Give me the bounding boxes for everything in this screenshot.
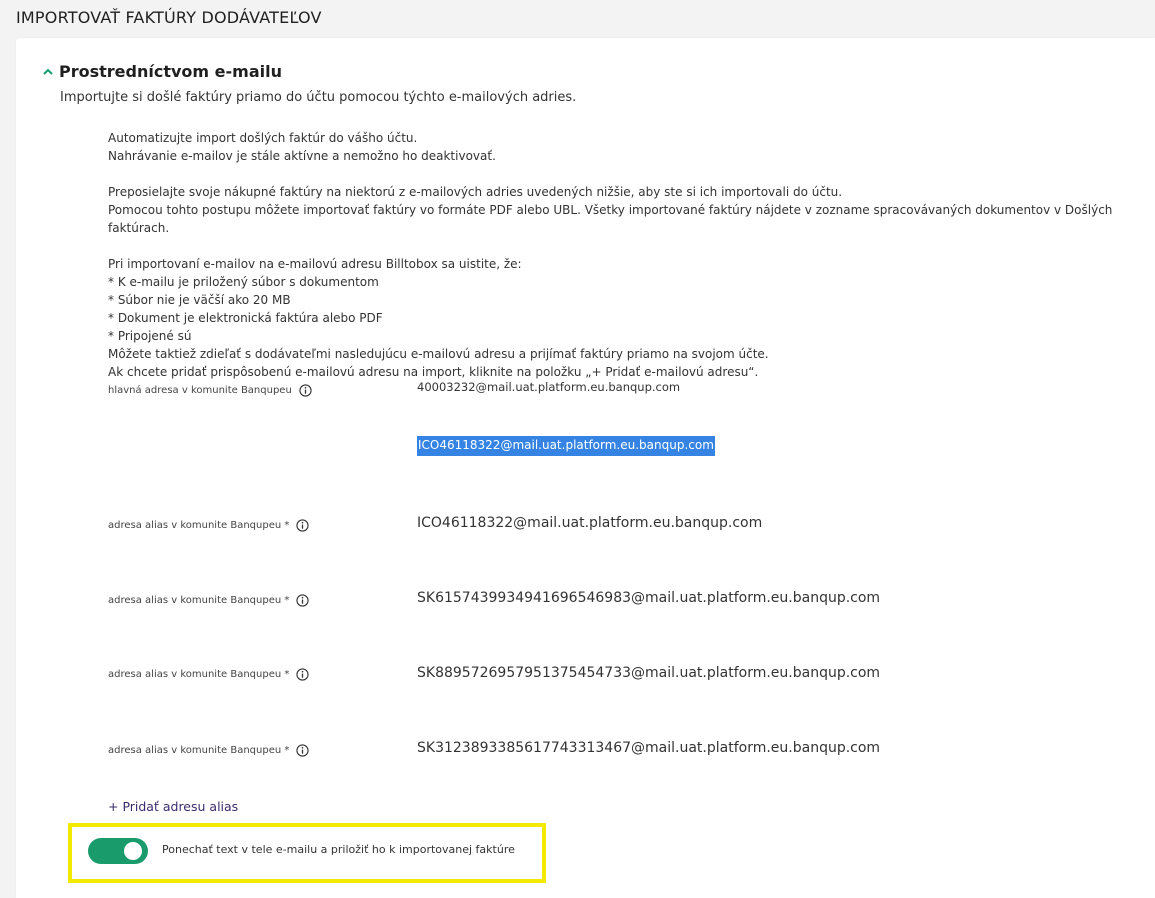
add-alias-link[interactable]: + Pridať adresu alias (108, 799, 238, 814)
info-line: Ak chcete pridať prispôsobenú e-mailovú … (108, 365, 759, 379)
info-line: Pri importovaní e-mailov na e-mailovú ad… (108, 257, 522, 271)
info-line: Preposielajte svoje nákupné faktúry na n… (108, 185, 843, 199)
info-line: Nahrávanie e-mailov je stále aktívne a n… (108, 149, 496, 163)
main-address-label-text: hlavná adresa v komunite Banqupeu (108, 385, 292, 396)
info-icon[interactable] (299, 384, 312, 397)
section-title: Prostredníctvom e-mailu (59, 62, 282, 81)
info-line: Môžete taktiež zdieľať s dodávateľmi nas… (108, 347, 769, 361)
alias-label: adresa alias v komunite Banqupeu * (108, 519, 310, 532)
alias-value: SK6157439934941696546983@mail.uat.platfo… (417, 590, 881, 606)
keep-email-text-toggle[interactable] (88, 838, 148, 864)
alias-value: SK8895726957951375454733@mail.uat.platfo… (417, 665, 881, 681)
alias-value: SK3123893385617743313467@mail.uat.platfo… (417, 740, 881, 756)
alias-label-text: adresa alias v komunite Banqupeu * (108, 745, 290, 756)
alias-label-text: adresa alias v komunite Banqupeu * (108, 669, 290, 680)
section-description: Importujte si došlé faktúry priamo do úč… (60, 90, 577, 105)
main-address-value: 40003232@mail.uat.platform.eu.banqup.com (417, 380, 681, 394)
info-block: Automatizujte import došlých faktúr do v… (108, 129, 1148, 381)
toggle-label: Ponechať text v tele e-mailu a priložiť … (162, 843, 515, 856)
alias-label: adresa alias v komunite Banqupeu * (108, 594, 310, 607)
info-icon[interactable] (296, 668, 310, 681)
info-line: Automatizujte import došlých faktúr do v… (108, 131, 418, 145)
alias-label-text: adresa alias v komunite Banqupeu * (108, 520, 290, 531)
page-title: IMPORTOVAŤ FAKTÚRY DODÁVATEĽOV (16, 8, 322, 27)
info-line: Pomocou tohto postupu môžete importovať … (108, 203, 1113, 235)
info-line: * Súbor nie je väčší ako 20 MB (108, 293, 291, 307)
info-line: * Dokument je elektronická faktúra alebo… (108, 311, 383, 325)
chevron-up-icon[interactable] (43, 67, 53, 77)
info-line: * Pripojené sú (108, 329, 192, 343)
info-icon[interactable] (296, 519, 310, 532)
section-header[interactable]: Prostredníctvom e-mailu (43, 62, 282, 81)
alias-value: ICO46118322@mail.uat.platform.eu.banqup.… (417, 515, 763, 531)
info-line: * K e-mailu je priložený súbor s dokumen… (108, 275, 379, 289)
toggle-knob (124, 842, 142, 860)
alias-label-text: adresa alias v komunite Banqupeu * (108, 595, 290, 606)
main-address-label: hlavná adresa v komunite Banqupeu (108, 384, 312, 397)
selected-address-text[interactable]: ICO46118322@mail.uat.platform.eu.banqup.… (417, 436, 715, 456)
info-icon[interactable] (296, 594, 310, 607)
alias-label: adresa alias v komunite Banqupeu * (108, 668, 310, 681)
info-icon[interactable] (296, 744, 310, 757)
alias-label: adresa alias v komunite Banqupeu * (108, 744, 310, 757)
